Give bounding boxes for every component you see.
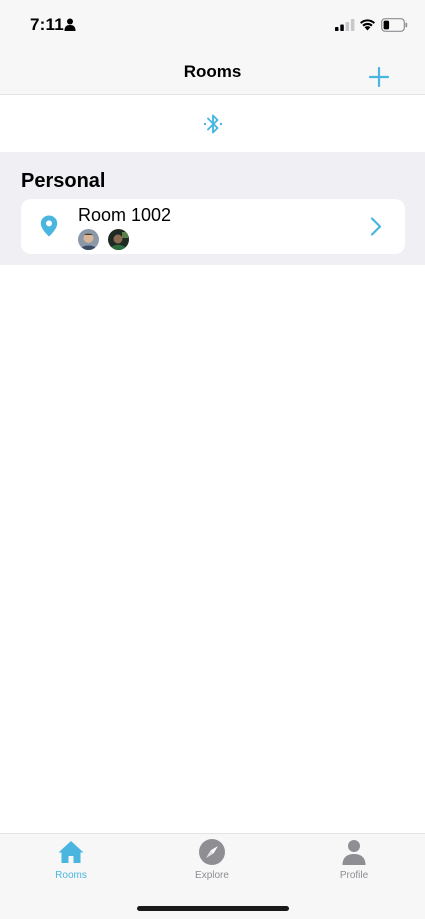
- navigation-bar: Rooms: [0, 52, 425, 95]
- tab-profile[interactable]: Profile: [304, 838, 404, 888]
- tab-profile-label: Profile: [339, 870, 369, 881]
- home-icon: [58, 841, 84, 863]
- rooms-screen: 7:11 Rooms Personal Room 1002 Rooms Expl…: [0, 0, 425, 919]
- room-members: [78, 229, 129, 250]
- chevron-right-icon: [370, 217, 382, 236]
- tab-rooms[interactable]: Rooms: [21, 838, 121, 888]
- section-title: Personal: [21, 170, 106, 192]
- bluetooth-status-row[interactable]: [0, 95, 425, 152]
- room-list-item[interactable]: Room 1002: [21, 199, 405, 254]
- compass-icon: [199, 839, 225, 865]
- person-status-icon: [64, 18, 76, 31]
- home-indicator[interactable]: [137, 906, 289, 911]
- wifi-icon: [360, 19, 375, 31]
- status-bar: 7:11: [0, 0, 425, 52]
- tab-explore-label: Explore: [195, 870, 229, 881]
- add-room-button[interactable]: [366, 64, 392, 90]
- personal-section: Personal Room 1002: [0, 152, 425, 265]
- plus-icon: [369, 67, 389, 87]
- person-icon: [342, 840, 366, 865]
- tab-explore[interactable]: Explore: [162, 838, 262, 888]
- location-pin-icon: [40, 215, 58, 237]
- page-title: Rooms: [183, 62, 242, 81]
- bluetooth-icon: [203, 114, 222, 133]
- cellular-signal-icon: [335, 19, 355, 31]
- tab-rooms-label: Rooms: [55, 870, 87, 881]
- avatar: [108, 229, 129, 250]
- avatar: [78, 229, 99, 250]
- battery-icon: [381, 18, 408, 32]
- status-time: 7:11: [30, 15, 64, 34]
- room-name: Room 1002: [78, 205, 172, 225]
